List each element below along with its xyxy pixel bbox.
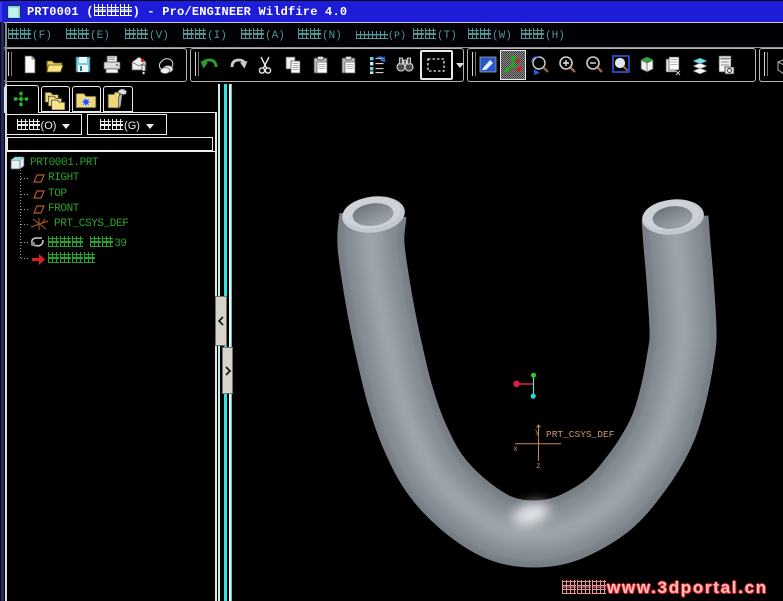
svg-text:PRT_CSYS_DEF: PRT_CSYS_DEF: [546, 429, 615, 440]
svg-text:z: z: [536, 462, 541, 471]
svg-text:y: y: [535, 428, 540, 437]
svg-text:x: x: [513, 445, 518, 454]
